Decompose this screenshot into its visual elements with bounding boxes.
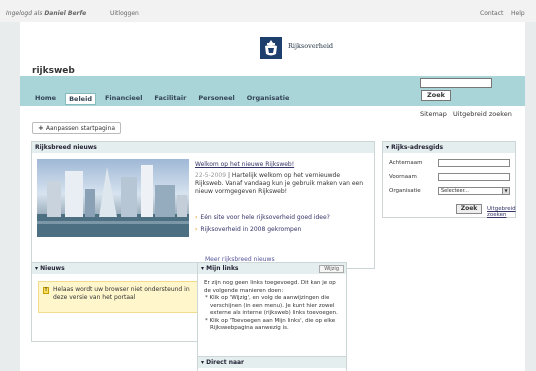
chevron-down-icon: ▼ (502, 188, 509, 194)
panel-title: ▾ Direct naar (198, 357, 346, 368)
nav-item-beleid[interactable]: Beleid (65, 93, 96, 105)
page-container: Rijksoverheid rijksweb Home Beleid Financi… (20, 22, 525, 371)
news-link[interactable]: › Eén site voor hele rijksoverheid goed i… (195, 214, 330, 221)
help-link[interactable]: Help (511, 10, 525, 17)
top-utility-bar: Ingelogd als Daniel Berfe Uitloggen Cont… (0, 0, 536, 22)
nav-items: Home Beleid Financieel Facilitair Personeel O… (32, 93, 292, 105)
edit-links-button[interactable]: Wijzig (319, 265, 344, 273)
organisation-select[interactable]: Selecteer... ▼ (438, 187, 510, 195)
list-item: * Klik op 'Toevoegen aan Mijn links', di… (205, 317, 336, 332)
sitemap-link[interactable]: Sitemap (420, 110, 447, 118)
browser-warning: ! Helaas wordt uw browser niet ondersteu… (38, 281, 201, 313)
contact-link[interactable]: Contact (480, 10, 503, 17)
user-name: Daniel Berfe (44, 10, 87, 17)
panel-title: ▾ Rijks-adresgids (383, 142, 515, 153)
my-links-panel: ▾ Mijn links Wijzig Er zijn nog geen lin… (197, 262, 347, 366)
address-book-panel: ▾ Rijks-adresgids Achternaam Voornaam Or… (382, 141, 516, 218)
direct-to-panel: ▾ Direct naar (197, 356, 347, 371)
news-date: 22-5-2009 (195, 172, 227, 179)
nav-item-facilitair[interactable]: Facilitair (151, 93, 189, 105)
panel-title: Rijksbreed nieuws (32, 142, 374, 153)
news-headline-link[interactable]: Welkom op het nieuwe Rijksweb! (195, 161, 294, 168)
nav-item-home[interactable]: Home (32, 93, 59, 105)
collapse-arrow-icon[interactable]: ▾ (35, 265, 38, 272)
arrow-right-icon: › (195, 214, 198, 221)
nav-item-financieel[interactable]: Financieel (102, 93, 145, 105)
list-item: * Klik op 'Wijzig', en volg de aanwijzin… (205, 295, 338, 316)
site-name: rijksweb (32, 66, 75, 76)
news-panel: ▾ Nieuws ! Helaas wordt uw browser niet … (31, 262, 208, 342)
collapse-arrow-icon[interactable]: ▾ (201, 265, 204, 272)
nav-item-personeel[interactable]: Personeel (195, 93, 237, 105)
search-links: Sitemap Uitgebreid zoeken (420, 110, 516, 118)
city-skyline-photo (37, 165, 189, 237)
header-banner: Rijksoverheid rijksweb (20, 22, 525, 76)
main-navigation: Home Beleid Financieel Facilitair Personeel O… (20, 76, 525, 106)
customize-startpage-label: Aanpassen startpagina (45, 125, 116, 132)
nav-item-organisatie[interactable]: Organisatie (244, 93, 293, 105)
warning-text: Helaas wordt uw browser niet ondersteund… (53, 286, 190, 301)
customize-startpage-button[interactable]: + Aanpassen startpagina (32, 122, 122, 134)
search-button[interactable]: Zoek (421, 90, 451, 101)
plus-icon: + (38, 124, 44, 132)
logged-in-as: Ingelogd als Daniel Berfe (6, 10, 87, 17)
news-image (37, 159, 189, 237)
collapse-arrow-icon[interactable]: ▾ (386, 144, 389, 151)
lastname-label: Achternaam (389, 160, 423, 166)
address-advanced-search-link[interactable]: Uitgebreid zoeken (487, 206, 516, 218)
logo-text: Rijksoverheid (288, 42, 334, 50)
organisation-label: Organisatie (389, 188, 421, 194)
address-search-button[interactable]: Zoek (456, 204, 482, 214)
my-links-text: Er zijn nog geen links toegevoegd. Dit k… (204, 280, 344, 333)
rijksbreed-news-panel: Rijksbreed nieuws Welkom op het nieuwe R… (31, 141, 375, 269)
firstname-field[interactable] (438, 173, 510, 181)
firstname-label: Voornaam (389, 174, 417, 180)
logout-link[interactable]: Uitloggen (110, 10, 139, 17)
panel-title: ▾ Nieuws (32, 263, 207, 274)
news-body: 22-5-2009 | Hartelijk welkom op het vern… (195, 172, 365, 196)
warning-icon: ! (43, 287, 49, 294)
arrow-right-icon: › (195, 226, 198, 233)
lastname-field[interactable] (438, 159, 510, 167)
search-input[interactable] (420, 78, 492, 88)
collapse-arrow-icon[interactable]: ▾ (201, 359, 204, 366)
news-link[interactable]: › Rijksoverheid in 2008 gekrompen (195, 226, 301, 233)
advanced-search-link[interactable]: Uitgebreid zoeken (453, 110, 512, 118)
royal-crest-icon[interactable] (258, 35, 284, 61)
